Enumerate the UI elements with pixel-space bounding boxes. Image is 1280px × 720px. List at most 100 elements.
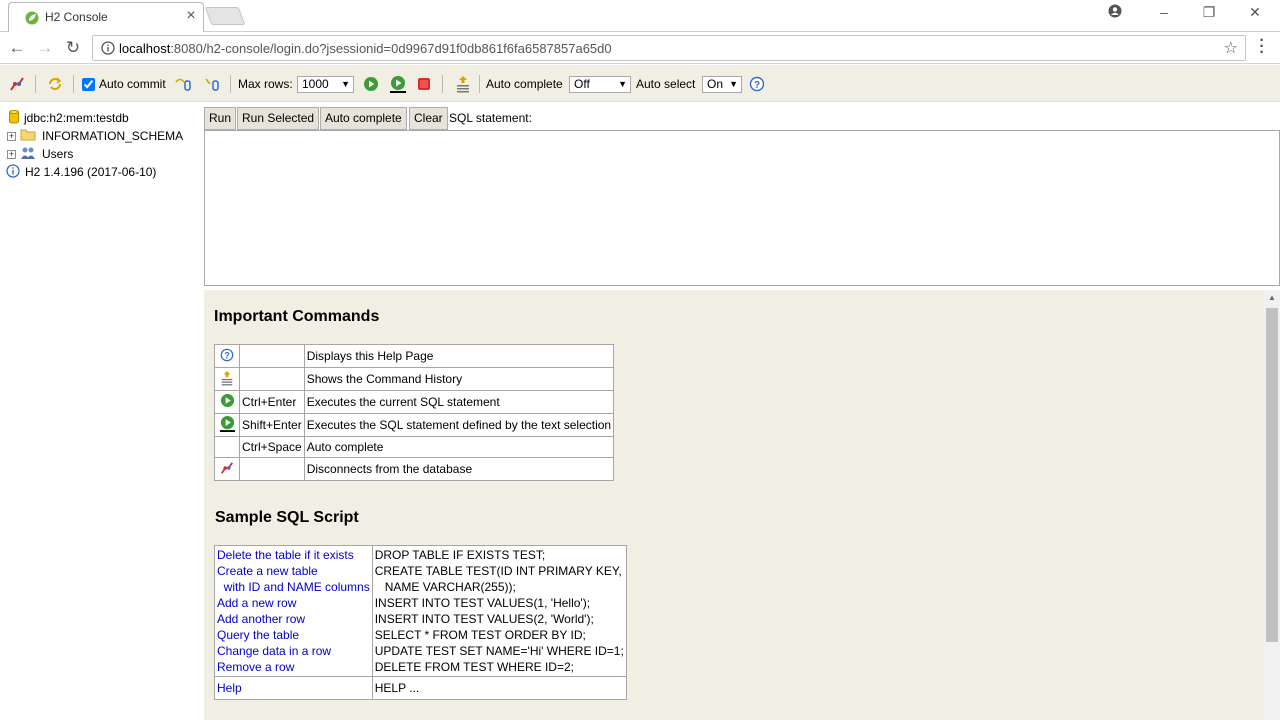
sample-link-create-cont[interactable]: with ID and NAME columns [217, 579, 370, 595]
schema-tree: jdbc:h2:mem:testdb + INFORMATION_SCHEMA … [0, 102, 204, 720]
sample-link-query[interactable]: Query the table [217, 627, 370, 643]
command-desc: Auto complete [303, 436, 615, 458]
minimize-icon[interactable]: – [1150, 4, 1178, 24]
history-icon[interactable] [455, 75, 471, 93]
command-desc: Shows the Command History [303, 367, 615, 391]
sample-code-line: INSERT INTO TEST VALUES(2, 'World'); [374, 612, 594, 626]
reload-icon[interactable]: ↻ [62, 37, 84, 59]
max-rows-value: 1000 [302, 77, 329, 91]
sample-code-line: DROP TABLE IF EXISTS TEST; [374, 548, 546, 562]
back-icon[interactable]: ← [6, 37, 28, 59]
tab-close-icon[interactable]: × [183, 7, 199, 25]
version-label: H2 1.4.196 (2017-06-10) [25, 165, 157, 179]
auto-select-select[interactable]: On ▼ [702, 76, 742, 93]
h2-toolbar: Auto commit Max rows: 1000 ▼ Auto complet… [0, 65, 1280, 102]
tree-item-users[interactable]: + Users [0, 145, 73, 163]
sample-link-insert2[interactable]: Add another row [217, 611, 370, 627]
command-key [239, 457, 305, 481]
profile-icon[interactable] [1101, 4, 1129, 24]
run-selected-icon[interactable] [389, 75, 407, 93]
commands-table: ? Displays this Help Page Shows the Comm… [214, 344, 615, 481]
auto-complete-select[interactable]: Off ▼ [569, 76, 631, 93]
commit-icon[interactable] [174, 75, 192, 93]
sql-statement-label: SQL statement: [449, 111, 532, 125]
tree-connection[interactable]: jdbc:h2:mem:testdb [0, 109, 129, 127]
svg-text:?: ? [754, 80, 760, 91]
table-row: Shift+Enter Executes the SQL statement d… [214, 413, 615, 437]
tree-item-information-schema[interactable]: + INFORMATION_SCHEMA [0, 127, 183, 145]
auto-select-value: On [707, 77, 724, 91]
browser-titlebar: H2 Console × – ❐ ✕ [0, 0, 1280, 32]
run-icon [214, 390, 240, 414]
address-bar[interactable]: localhost:8080/h2-console/login.do?jsess… [92, 35, 1246, 61]
sample-labels-cell: Delete the table if it exists Create a n… [214, 545, 373, 677]
sample-code-line: DELETE FROM TEST WHERE ID=2; [374, 660, 574, 674]
browser-tab[interactable]: H2 Console × [8, 2, 204, 32]
auto-complete-button[interactable]: Auto complete [320, 107, 407, 130]
sample-link-create[interactable]: Create a new table [217, 563, 370, 579]
restore-icon[interactable]: ❐ [1195, 4, 1223, 24]
table-row: ? Displays this Help Page [214, 344, 615, 368]
history-icon [214, 367, 240, 391]
chevron-down-icon: ▼ [618, 79, 627, 89]
help-link-cell: Help [214, 676, 373, 700]
table-row: Disconnects from the database [214, 457, 615, 481]
table-row: Shows the Command History [214, 367, 615, 391]
sample-code-line: CREATE TABLE TEST(ID INT PRIMARY KEY, [374, 564, 622, 578]
url-text: localhost:8080/h2-console/login.do?jsess… [119, 41, 612, 56]
expand-icon[interactable]: + [7, 131, 16, 141]
expand-icon[interactable]: + [7, 149, 16, 159]
sample-code-line: INSERT INTO TEST VALUES(1, 'Hello'); [374, 596, 591, 610]
bookmark-star-icon[interactable]: ☆ [1224, 38, 1238, 58]
connection-label: jdbc:h2:mem:testdb [24, 111, 129, 125]
sample-link-delete[interactable]: Remove a row [217, 659, 370, 675]
schema-label: INFORMATION_SCHEMA [42, 129, 184, 143]
table-row: Ctrl+Space Auto complete [214, 436, 615, 458]
command-key: Ctrl+Enter [239, 390, 305, 414]
sample-link-insert1[interactable]: Add a new row [217, 595, 370, 611]
disconnect-icon[interactable] [9, 75, 25, 93]
sample-link-update[interactable]: Change data in a row [217, 643, 370, 659]
command-key [239, 344, 305, 368]
max-rows-select[interactable]: 1000 ▼ [297, 76, 354, 93]
browser-toolbar: ← → ↻ localhost:8080/h2-console/login.do… [0, 32, 1280, 64]
forward-icon[interactable]: → [34, 37, 56, 59]
auto-complete-label: Auto complete [486, 77, 563, 91]
new-tab-button[interactable] [204, 7, 246, 25]
help-icon[interactable]: ? [749, 75, 765, 93]
help-panel: Important Commands ? Displays this Help … [204, 290, 1280, 720]
auto-commit-checkbox[interactable] [82, 77, 95, 91]
sample-link-drop[interactable]: Delete the table if it exists [217, 547, 370, 563]
database-icon [9, 109, 19, 127]
help-scrollbar[interactable]: ▲ [1264, 290, 1280, 720]
command-key: Shift+Enter [239, 413, 305, 437]
info-icon[interactable] [101, 41, 115, 58]
run-icon[interactable] [363, 75, 379, 93]
command-desc: Displays this Help Page [303, 344, 615, 368]
sample-code-line: UPDATE TEST SET NAME='Hi' WHERE ID=1; [374, 644, 624, 658]
scrollbar-thumb[interactable] [1266, 308, 1278, 642]
run-selected-button[interactable]: Run Selected [237, 107, 320, 130]
clear-button[interactable]: Clear [409, 107, 448, 130]
table-row: Delete the table if it exists Create a n… [214, 545, 627, 677]
browser-menu-icon[interactable]: · · · [1256, 33, 1268, 61]
sample-code-cell: DROP TABLE IF EXISTS TEST; CREATE TABLE … [371, 545, 627, 677]
rollback-icon[interactable] [204, 75, 220, 93]
empty-icon-cell [214, 436, 240, 458]
run-button[interactable]: Run [204, 107, 237, 130]
stop-icon[interactable] [417, 75, 431, 93]
command-desc: Disconnects from the database [303, 457, 615, 481]
chevron-down-icon: ▼ [729, 79, 738, 89]
sample-code-line: SELECT * FROM TEST ORDER BY ID; [374, 628, 586, 642]
refresh-icon[interactable] [47, 75, 63, 93]
svg-text:?: ? [224, 350, 229, 360]
help-link[interactable]: Help [217, 680, 370, 696]
scroll-up-icon[interactable]: ▲ [1268, 293, 1276, 302]
users-label: Users [42, 147, 74, 161]
close-window-icon[interactable]: ✕ [1241, 4, 1269, 24]
sql-editor[interactable] [204, 130, 1280, 286]
command-key [239, 367, 305, 391]
auto-commit-toggle[interactable]: Auto commit [82, 75, 166, 93]
auto-complete-value: Off [574, 77, 590, 91]
url-path: :8080/h2-console/login.do?jsessionid=0d9… [170, 41, 612, 56]
